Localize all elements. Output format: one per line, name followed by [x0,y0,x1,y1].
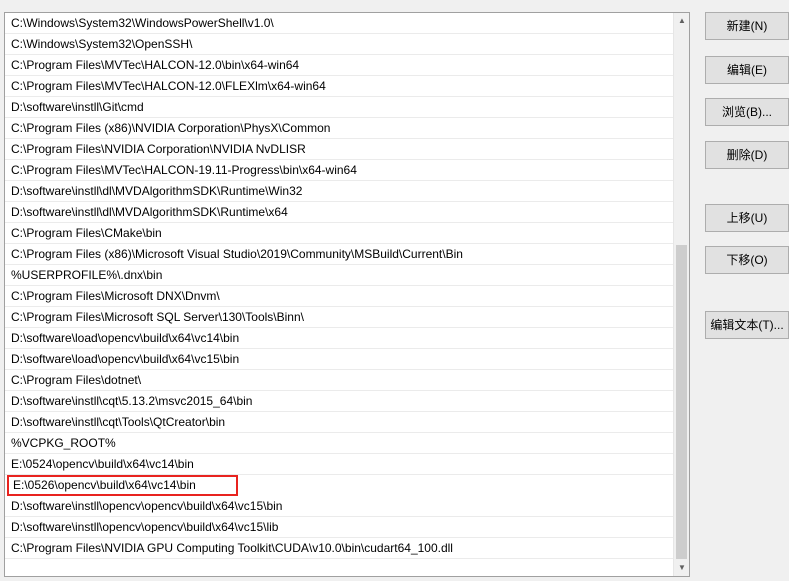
list-item[interactable]: C:\Program Files (x86)\NVIDIA Corporatio… [5,118,674,139]
list-item[interactable]: C:\Program Files\MVTec\HALCON-19.11-Prog… [5,160,674,181]
list-item[interactable]: C:\Program Files\Microsoft SQL Server\13… [5,307,674,328]
list-item[interactable]: C:\Program Files\NVIDIA Corporation\NVID… [5,139,674,160]
scrollbar-thumb[interactable] [676,245,687,559]
edit-text-button[interactable]: 编辑文本(T)... [705,311,789,339]
delete-button[interactable]: 删除(D) [705,141,789,169]
browse-button[interactable]: 浏览(B)... [705,98,789,126]
list-item[interactable]: C:\Program Files\NVIDIA GPU Computing To… [5,538,674,559]
list-item[interactable]: C:\Program Files\CMake\bin [5,223,674,244]
list-item[interactable]: C:\Windows\System32\WindowsPowerShell\v1… [5,13,674,34]
list-item[interactable]: C:\Program Files\dotnet\ [5,370,674,391]
list-item[interactable]: D:\software\load\opencv\build\x64\vc14\b… [5,328,674,349]
list-item[interactable]: D:\software\instll\cqt\Tools\QtCreator\b… [5,412,674,433]
list-item[interactable]: C:\Program Files\Microsoft DNX\Dnvm\ [5,286,674,307]
list-item[interactable]: D:\software\instll\dl\MVDAlgorithmSDK\Ru… [5,181,674,202]
list-item[interactable]: D:\software\instll\Git\cmd [5,97,674,118]
vertical-scrollbar[interactable]: ▲ ▼ [673,13,689,576]
list-item[interactable]: D:\software\instll\opencv\opencv\build\x… [5,496,674,517]
list-item[interactable]: %VCPKG_ROOT% [5,433,674,454]
list-item[interactable]: C:\Program Files\MVTec\HALCON-12.0\bin\x… [5,55,674,76]
list-item[interactable]: %USERPROFILE%\.dnx\bin [5,265,674,286]
path-list: C:\Windows\System32\WindowsPowerShell\v1… [5,13,674,559]
list-item[interactable]: C:\Program Files (x86)\Microsoft Visual … [5,244,674,265]
list-item[interactable]: C:\Program Files\MVTec\HALCON-12.0\FLEXl… [5,76,674,97]
list-item[interactable]: D:\software\instll\dl\MVDAlgorithmSDK\Ru… [5,202,674,223]
list-item-highlighted[interactable]: E:\0526\opencv\build\x64\vc14\bin [7,475,238,496]
list-item[interactable]: C:\Windows\System32\OpenSSH\ [5,34,674,55]
scroll-up-arrow-icon[interactable]: ▲ [674,13,689,29]
move-up-button[interactable]: 上移(U) [705,204,789,232]
list-item[interactable]: D:\software\instll\opencv\opencv\build\x… [5,517,674,538]
path-listbox[interactable]: C:\Windows\System32\WindowsPowerShell\v1… [4,12,690,577]
edit-button[interactable]: 编辑(E) [705,56,789,84]
list-item[interactable]: E:\0524\opencv\build\x64\vc14\bin [5,454,674,475]
scroll-down-arrow-icon[interactable]: ▼ [674,560,689,576]
move-down-button[interactable]: 下移(O) [705,246,789,274]
list-item[interactable]: D:\software\load\opencv\build\x64\vc15\b… [5,349,674,370]
new-button[interactable]: 新建(N) [705,12,789,40]
list-item[interactable]: D:\software\instll\cqt\5.13.2\msvc2015_6… [5,391,674,412]
